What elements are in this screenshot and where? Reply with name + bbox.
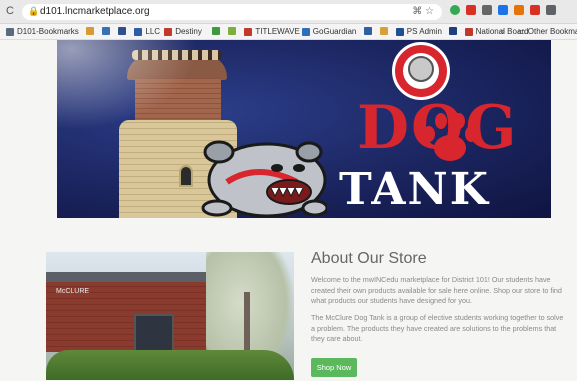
url-text[interactable]: d101.lncmarketplace.org	[40, 6, 150, 17]
bookmark-item[interactable]: GoGuardian	[301, 27, 357, 36]
bookmark-item[interactable]	[86, 27, 95, 35]
address-bar[interactable]: 🔒 d101.lncmarketplace.org ⌘ ☆	[22, 4, 442, 20]
hero-word-tank: TANK	[339, 164, 490, 215]
building-sign: McCLURE	[56, 288, 90, 295]
bookmark-label: PS Admin	[406, 27, 442, 36]
bookmark-item[interactable]: PS Admin	[395, 27, 442, 36]
about-heading: About Our Store	[311, 250, 427, 267]
school-seal-logo	[392, 42, 450, 100]
extension-icon[interactable]	[514, 5, 524, 15]
other-bookmarks-folder[interactable]: ▭ Other Bookmarks	[518, 27, 577, 36]
bookmark-favicon-icon	[244, 27, 253, 36]
bookmark-label: GoGuardian	[312, 27, 357, 36]
bookmark-item[interactable]	[448, 27, 457, 35]
bookmark-label: Destiny	[175, 27, 202, 36]
bookmark-item[interactable]	[228, 27, 237, 35]
bookmark-favicon-icon	[228, 27, 237, 35]
bookmark-item[interactable]	[118, 27, 127, 35]
bookmark-favicon-icon	[134, 27, 143, 36]
bookmark-item[interactable]: TITLEWAVE	[244, 27, 300, 36]
bookmark-label: D101-Bookmarks	[17, 27, 79, 36]
extension-icons	[450, 5, 556, 15]
bookmark-favicon-icon	[301, 27, 310, 36]
about-paragraph-1: Welcome to the mwINCedu marketplace for …	[311, 275, 562, 305]
bookmark-item[interactable]: LLC	[134, 27, 160, 36]
bookmark-favicon-icon	[6, 27, 14, 36]
bookmark-favicon-icon	[212, 27, 221, 35]
puzzle-icon[interactable]	[546, 5, 556, 15]
bookmark-favicon-icon	[363, 27, 372, 35]
school-building-photo: McCLURE	[46, 252, 294, 380]
photo-glare	[57, 40, 197, 130]
bookmark-favicon-icon	[86, 27, 95, 35]
hero-banner: DOG TANK	[57, 40, 551, 218]
shop-now-button[interactable]: Shop Now	[311, 358, 357, 377]
bookmark-favicon-icon	[395, 27, 404, 36]
about-paragraph-2: The McClure Dog Tank is a group of elect…	[311, 313, 564, 343]
bookmarks-overflow-icon[interactable]: »	[500, 26, 505, 36]
bookmarks-bar: D101-Bookmarks LLC Destiny TITLEWAVE GoGuard…	[0, 24, 577, 40]
bookmark-favicon-icon	[102, 27, 111, 35]
bookmark-item[interactable]	[363, 27, 372, 35]
bookmark-item[interactable]: Destiny	[164, 27, 202, 36]
browser-toolbar: C 🔒 d101.lncmarketplace.org ⌘ ☆	[0, 0, 577, 24]
tower-window	[179, 165, 193, 187]
bookmark-item[interactable]	[212, 27, 221, 35]
bookmark-star-icon[interactable]: ⌘ ☆	[412, 6, 434, 17]
bookmark-item[interactable]	[379, 27, 388, 35]
extension-icon[interactable]	[482, 5, 492, 15]
bookmark-favicon-icon	[118, 27, 127, 35]
bookmark-favicon-icon	[448, 27, 457, 35]
bookmark-label: LLC	[145, 27, 161, 36]
other-bookmarks-label: Other Bookmarks	[527, 27, 577, 36]
extension-icon[interactable]	[498, 5, 508, 15]
bookmark-item[interactable]: D101-Bookmarks	[6, 27, 79, 36]
extension-icon[interactable]	[530, 5, 540, 15]
seal-bulldog-icon	[408, 56, 434, 82]
bookmark-item[interactable]	[102, 27, 111, 35]
paw-print-icon	[423, 113, 477, 161]
bookmark-favicon-icon	[379, 27, 388, 35]
page-content: DOG TANK McCLURE About Our Store Welcome…	[0, 40, 577, 381]
lock-icon[interactable]: 🔒	[28, 6, 39, 17]
reload-icon[interactable]: C	[6, 5, 14, 17]
bulldog-mascot-icon	[201, 140, 327, 218]
bookmark-label: TITLEWAVE	[255, 27, 300, 36]
building-entrance	[134, 314, 174, 352]
bookmark-favicon-icon	[164, 27, 173, 36]
extension-icon[interactable]	[450, 5, 460, 15]
bookmark-favicon-icon	[464, 27, 473, 36]
gmail-icon[interactable]	[466, 5, 476, 15]
